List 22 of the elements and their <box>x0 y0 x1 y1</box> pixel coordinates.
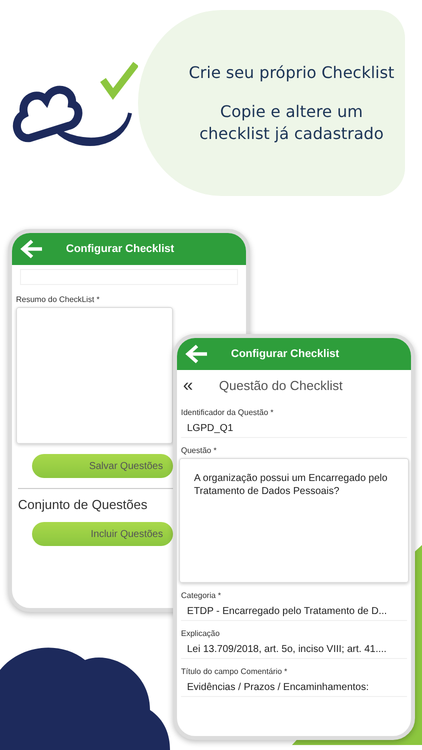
question-field[interactable]: A organização possui um Encarregado pelo Tratamento de Dados Pessoais? <box>179 458 409 583</box>
screen-title: Configurar Checklist <box>66 243 174 255</box>
field-label: Questão * <box>181 446 218 455</box>
input-field[interactable]: LGPD_Q1 <box>181 420 407 438</box>
field-label: Explicação <box>181 629 221 638</box>
promo-text: Copie e altere um checklist já cadastrado <box>198 101 385 144</box>
back-button[interactable]: « <box>183 376 194 394</box>
promo-text: Crie seu próprio Checklist <box>188 62 394 84</box>
field-label: Título do campo Comentário * <box>181 667 288 676</box>
input-field[interactable]: Lei 13.709/2018, art. 5o, inciso VIII; art. 41.... <box>181 641 407 659</box>
input-field[interactable]: Evidências / Prazos / Encaminhamentos: <box>181 679 407 697</box>
screen-subtitle: Questão do Checklist <box>219 378 343 392</box>
screen-title: Configurar Checklist <box>231 348 340 360</box>
field-label: Identificador da Questão * <box>181 408 275 417</box>
field-label: Categoria * <box>181 591 222 600</box>
input-field[interactable]: ETDP - Encarregado pelo Tratamento de D... <box>181 603 407 621</box>
back-arrow-icon[interactable] <box>185 344 209 364</box>
add-questions-button[interactable]: Incluir Questões <box>32 522 173 546</box>
summary-field[interactable] <box>16 307 173 444</box>
save-button[interactable]: Salvar Questões <box>32 454 173 478</box>
back-arrow-icon[interactable] <box>20 239 44 259</box>
field-label: Resumo do CheckList * <box>16 295 101 304</box>
